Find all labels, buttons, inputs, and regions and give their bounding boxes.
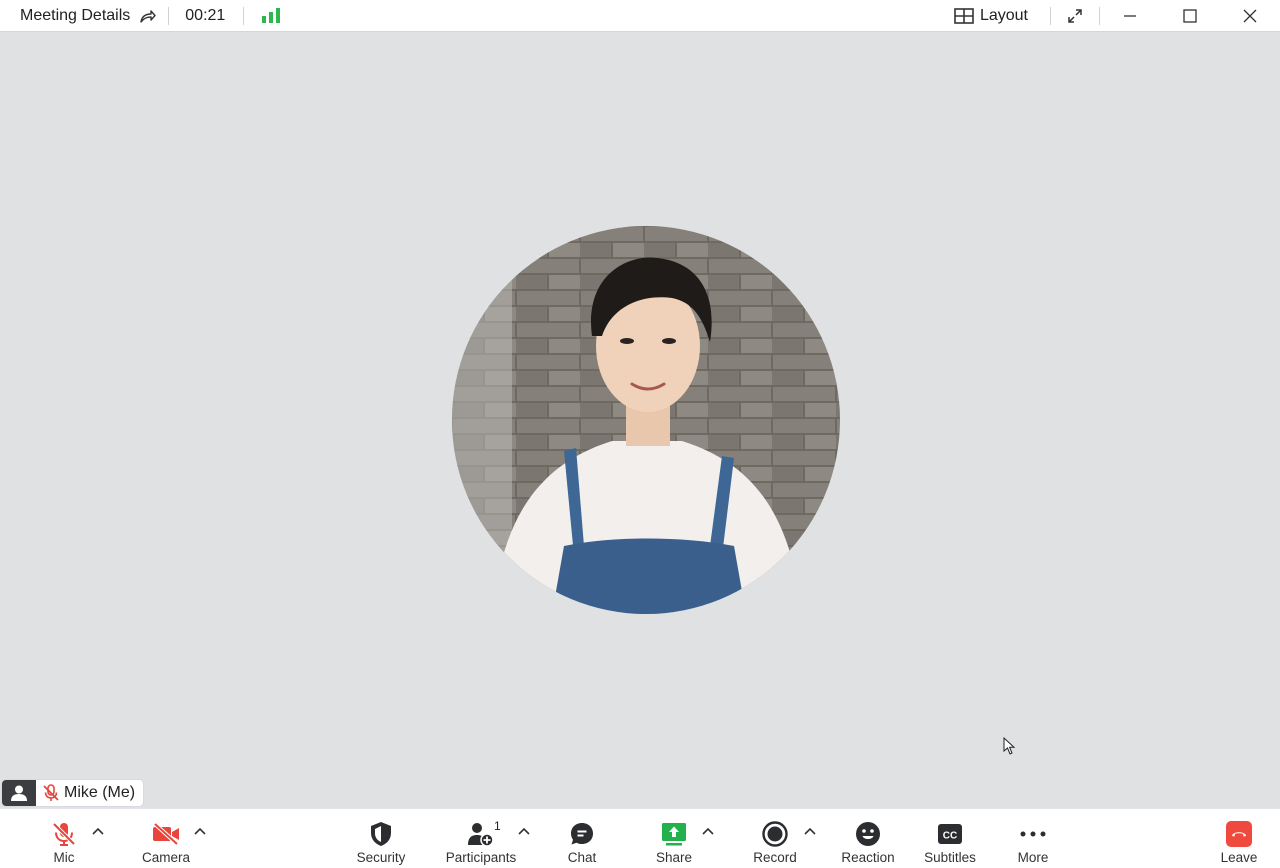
record-label: Record — [753, 850, 797, 865]
reaction-button[interactable]: Reaction — [838, 809, 898, 868]
subtitles-label: Subtitles — [924, 850, 976, 865]
record-options-chevron-icon[interactable] — [802, 823, 818, 839]
meeting-timer: 00:21 — [185, 6, 226, 24]
smiley-icon — [855, 821, 881, 847]
participants-count-badge: 1 — [494, 819, 501, 833]
chat-button[interactable]: Chat — [557, 809, 607, 868]
subtitles-button[interactable]: CC Subtitles — [920, 809, 980, 868]
meeting-details-button[interactable]: Meeting Details — [0, 7, 168, 25]
signal-bars-icon[interactable] — [244, 8, 298, 23]
title-bar-right: Layout — [944, 0, 1280, 31]
share-screen-icon — [661, 821, 687, 847]
more-button[interactable]: More — [1008, 809, 1058, 868]
record-icon — [762, 821, 788, 847]
leave-button[interactable]: Leave — [1214, 809, 1264, 868]
mic-options-chevron-icon[interactable] — [90, 823, 106, 839]
security-button[interactable]: Security — [351, 809, 411, 868]
expand-icon[interactable] — [1051, 8, 1099, 24]
share-out-icon — [140, 9, 156, 23]
user-icon — [2, 780, 36, 806]
mic-button[interactable]: Mic — [44, 809, 84, 868]
title-bar: Meeting Details 00:21 Layout — [0, 0, 1280, 32]
share-label: Share — [655, 850, 693, 865]
participants-options-chevron-icon[interactable] — [516, 823, 532, 839]
more-dots-icon — [1019, 821, 1047, 847]
participant-name: Mike (Me) — [64, 784, 136, 801]
close-icon[interactable] — [1220, 0, 1280, 32]
record-button[interactable]: Record — [748, 809, 802, 868]
participants-button[interactable]: Participants — [442, 809, 520, 868]
meeting-details-label: Meeting Details — [20, 6, 131, 24]
video-stage: Mike (Me) — [0, 32, 1280, 808]
camera-label: Camera — [141, 850, 190, 865]
camera-off-icon — [152, 821, 180, 847]
participants-icon — [467, 821, 495, 847]
chat-bubble-icon — [569, 821, 595, 847]
participants-label: Participants — [445, 850, 517, 865]
share-button[interactable]: Share — [649, 809, 699, 868]
closed-captions-icon: CC — [937, 821, 963, 847]
mic-muted-icon — [36, 784, 62, 802]
leave-label: Leave — [1220, 850, 1258, 865]
svg-text:CC: CC — [943, 831, 957, 842]
mic-label: Mic — [53, 850, 75, 865]
mouse-cursor-icon — [1003, 736, 1017, 760]
grid-icon — [954, 7, 974, 24]
camera-button[interactable]: Camera — [136, 809, 196, 868]
camera-options-chevron-icon[interactable] — [192, 823, 208, 839]
mic-muted-icon — [51, 821, 77, 847]
shield-icon — [369, 821, 393, 847]
layout-label: Layout — [979, 6, 1028, 24]
title-bar-left: Meeting Details 00:21 — [0, 0, 298, 31]
participant-name-tag: Mike (Me) — [2, 780, 144, 806]
security-label: Security — [356, 850, 406, 865]
maximize-icon[interactable] — [1160, 0, 1220, 32]
participant-avatar — [452, 226, 840, 614]
hang-up-icon — [1225, 821, 1253, 847]
share-options-chevron-icon[interactable] — [700, 823, 716, 839]
reaction-label: Reaction — [841, 850, 895, 865]
chat-label: Chat — [567, 850, 597, 865]
minimize-icon[interactable] — [1100, 0, 1160, 32]
layout-button[interactable]: Layout — [944, 7, 1050, 25]
more-label: More — [1017, 850, 1049, 865]
meeting-toolbar: Mic Camera Security Participants 1 Chat … — [0, 808, 1280, 868]
